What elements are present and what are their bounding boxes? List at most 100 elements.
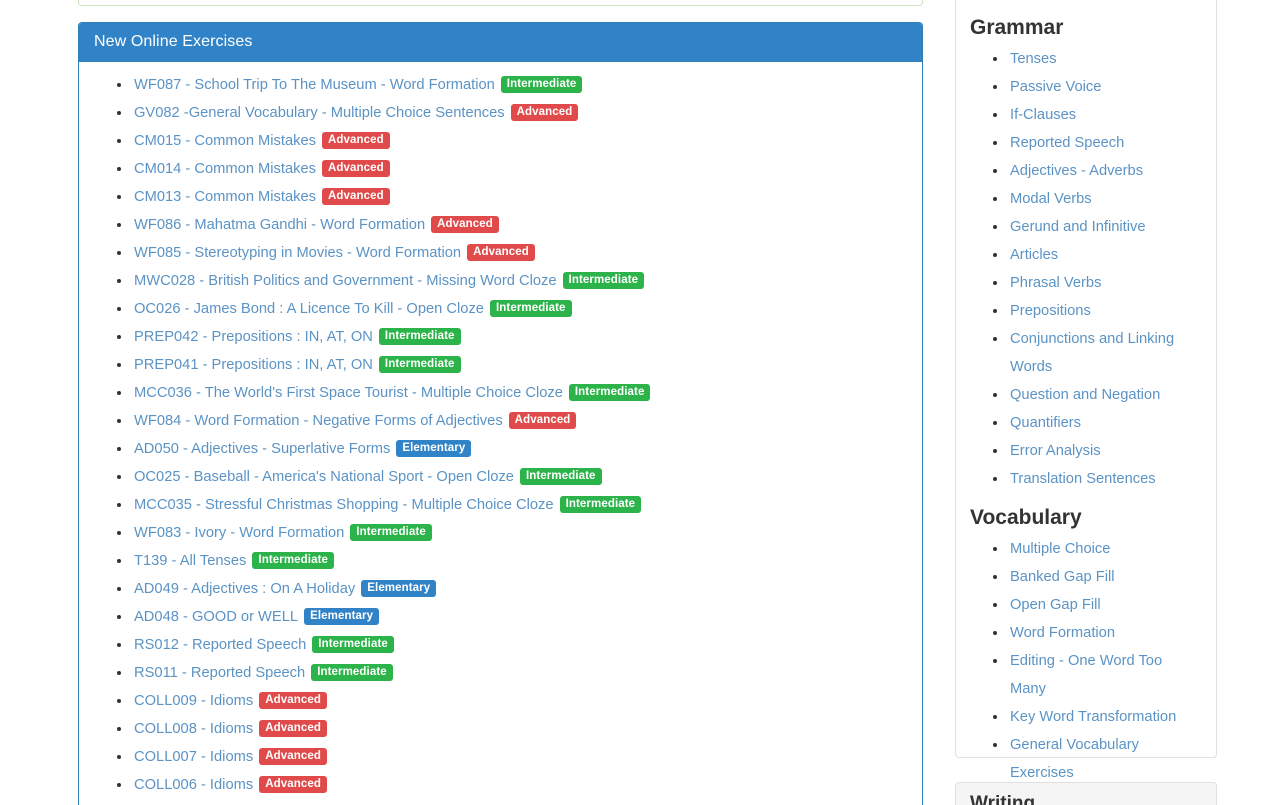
sidebar-item-passive-voice[interactable]: Passive Voice xyxy=(1010,79,1101,95)
list-item: COLL006 - Idioms Advanced xyxy=(134,771,907,799)
list-item: Multiple Choice xyxy=(1010,535,1202,563)
exercise-link[interactable]: WF085 - Stereotyping in Movies - Word Fo… xyxy=(134,245,461,261)
level-badge: Advanced xyxy=(259,692,327,709)
sidebar-item-reported-speech[interactable]: Reported Speech xyxy=(1010,135,1124,151)
list-item: Open Gap Fill xyxy=(1010,591,1202,619)
level-badge: Advanced xyxy=(259,776,327,793)
level-badge: Intermediate xyxy=(490,300,572,317)
sidebar-item-adjectives-adverbs[interactable]: Adjectives - Adverbs xyxy=(1010,163,1143,179)
list-item: Question and Negation xyxy=(1010,381,1202,409)
list-item: MWC028 - British Politics and Government… xyxy=(134,267,907,295)
sidebar-item-error-analysis[interactable]: Error Analysis xyxy=(1010,443,1101,459)
exercise-link[interactable]: OC025 - Baseball - America's National Sp… xyxy=(134,469,514,485)
list-item: Reported Speech xyxy=(1010,129,1202,157)
sidebar-item-if-clauses[interactable]: If-Clauses xyxy=(1010,107,1076,123)
list-item: If-Clauses xyxy=(1010,101,1202,129)
level-badge: Intermediate xyxy=(501,76,583,93)
exercise-link[interactable]: T139 - All Tenses xyxy=(134,553,246,569)
list-item: Word Formation xyxy=(1010,619,1202,647)
exercise-link[interactable]: WF086 - Mahatma Gandhi - Word Formation xyxy=(134,217,425,233)
list-item: PREP041 - Prepositions : IN, AT, ON Inter… xyxy=(134,351,907,379)
level-badge: Intermediate xyxy=(520,468,602,485)
list-item: WF087 - School Trip To The Museum - Word… xyxy=(134,71,907,99)
sidebar-item-editing-one-word-too-many[interactable]: Editing - One Word Too Many xyxy=(1010,653,1162,697)
list-item: COLL009 - Idioms Advanced xyxy=(134,687,907,715)
exercise-link[interactable]: COLL008 - Idioms xyxy=(134,721,253,737)
sidebar-item-prepositions[interactable]: Prepositions xyxy=(1010,303,1091,319)
sidebar-item-tenses[interactable]: Tenses xyxy=(1010,51,1057,67)
sidebar-item-word-formation[interactable]: Word Formation xyxy=(1010,625,1115,641)
level-badge: Advanced xyxy=(511,104,579,121)
level-badge: Intermediate xyxy=(252,552,334,569)
list-item: WF084 - Word Formation - Negative Forms … xyxy=(134,407,907,435)
sidebar-item-gerund-and-infinitive[interactable]: Gerund and Infinitive xyxy=(1010,219,1146,235)
list-item: Translation Sentences xyxy=(1010,465,1202,493)
list-item: CM015 - Common MistakesAdvanced xyxy=(134,127,907,155)
level-badge: Advanced xyxy=(259,720,327,737)
exercise-link[interactable]: COLL006 - Idioms xyxy=(134,777,253,793)
exercise-link[interactable]: MWC028 - British Politics and Government… xyxy=(134,273,557,289)
sidebar-item-open-gap-fill[interactable]: Open Gap Fill xyxy=(1010,597,1101,613)
exercise-link[interactable]: PREP042 - Prepositions : IN, AT, ON xyxy=(134,329,373,345)
list-item: AD049 - Adjectives : On A HolidayElement… xyxy=(134,575,907,603)
level-badge: Intermediate xyxy=(563,272,645,289)
list-item: WF083 - Ivory - Word FormationIntermedia… xyxy=(134,519,907,547)
exercise-link[interactable]: WF084 - Word Formation - Negative Forms … xyxy=(134,413,503,429)
sidebar-item-modal-verbs[interactable]: Modal Verbs xyxy=(1010,191,1092,207)
exercise-link[interactable]: MCC036 - The World's First Space Tourist… xyxy=(134,385,563,401)
exercise-link[interactable]: MCC035 - Stressful Christmas Shopping - … xyxy=(134,497,554,513)
list-item: Conjunctions and Linking Words xyxy=(1010,325,1202,381)
level-badge: Advanced xyxy=(509,412,577,429)
sidebar-item-quantifiers[interactable]: Quantifiers xyxy=(1010,415,1081,431)
exercise-link[interactable]: PREP041 - Prepositions : IN, AT, ON xyxy=(134,357,373,373)
list-item: General Vocabulary Exercises xyxy=(1010,731,1202,787)
card-body: WF087 - School Trip To The Museum - Word… xyxy=(79,62,922,805)
list-item: RS011 - Reported SpeechIntermediate xyxy=(134,659,907,687)
list-item: Tenses xyxy=(1010,45,1202,73)
exercise-link[interactable]: WF083 - Ivory - Word Formation xyxy=(134,525,344,541)
list-item: Passive Voice xyxy=(1010,73,1202,101)
exercise-link[interactable]: OC026 - James Bond : A Licence To Kill -… xyxy=(134,301,484,317)
sidebar-item-conjunctions-and-linking-words[interactable]: Conjunctions and Linking Words xyxy=(1010,331,1174,375)
topics-card: Grammar TensesPassive VoiceIf-ClausesRep… xyxy=(955,0,1217,758)
sidebar-item-banked-gap-fill[interactable]: Banked Gap Fill xyxy=(1010,569,1115,585)
exercise-link[interactable]: RS011 - Reported Speech xyxy=(134,665,305,681)
exercise-list: WF087 - School Trip To The Museum - Word… xyxy=(94,71,907,799)
list-item: RS012 - Reported Speech Intermediate xyxy=(134,631,907,659)
card-header: New Online Exercises xyxy=(79,23,922,62)
list-item: Phrasal Verbs xyxy=(1010,269,1202,297)
exercise-link[interactable]: GV082 -General Vocabulary - Multiple Cho… xyxy=(134,105,505,121)
list-item: Editing - One Word Too Many xyxy=(1010,647,1202,703)
exercise-link[interactable]: CM015 - Common Mistakes xyxy=(134,133,316,149)
sidebar-item-multiple-choice[interactable]: Multiple Choice xyxy=(1010,541,1110,557)
writing-heading: Writing xyxy=(970,793,1035,805)
level-badge: Intermediate xyxy=(569,384,651,401)
exercise-link[interactable]: AD050 - Adjectives - Superlative Forms xyxy=(134,441,390,457)
list-item: MCC036 - The World's First Space Tourist… xyxy=(134,379,907,407)
sidebar-item-phrasal-verbs[interactable]: Phrasal Verbs xyxy=(1010,275,1101,291)
sidebar-item-question-and-negation[interactable]: Question and Negation xyxy=(1010,387,1160,403)
list-item: CM013 - Common MistakesAdvanced xyxy=(134,183,907,211)
list-item: Prepositions xyxy=(1010,297,1202,325)
list-item: GV082 -General Vocabulary - Multiple Cho… xyxy=(134,99,907,127)
level-badge: Intermediate xyxy=(312,636,394,653)
level-badge: Advanced xyxy=(467,244,535,261)
level-badge: Advanced xyxy=(259,748,327,765)
exercise-link[interactable]: COLL009 - Idioms xyxy=(134,693,253,709)
sidebar-item-articles[interactable]: Articles xyxy=(1010,247,1058,263)
page-root: New Online Exercises WF087 - School Trip… xyxy=(0,0,1268,805)
sidebar-item-translation-sentences[interactable]: Translation Sentences xyxy=(1010,471,1156,487)
list-item: WF086 - Mahatma Gandhi - Word FormationA… xyxy=(134,211,907,239)
level-badge: Intermediate xyxy=(379,356,461,373)
exercise-link[interactable]: RS012 - Reported Speech xyxy=(134,637,306,653)
exercise-link[interactable]: WF087 - School Trip To The Museum - Word… xyxy=(134,77,495,93)
exercise-link[interactable]: AD048 - GOOD or WELL xyxy=(134,609,298,625)
exercise-link[interactable]: AD049 - Adjectives : On A Holiday xyxy=(134,581,355,597)
exercise-link[interactable]: CM014 - Common Mistakes xyxy=(134,161,316,177)
exercise-link[interactable]: COLL007 - Idioms xyxy=(134,749,253,765)
sidebar-item-key-word-transformation[interactable]: Key Word Transformation xyxy=(1010,709,1176,725)
sidebar-item-general-vocabulary-exercises[interactable]: General Vocabulary Exercises xyxy=(1010,737,1139,781)
list-item: COLL008 - Idioms Advanced xyxy=(134,715,907,743)
list-item: Modal Verbs xyxy=(1010,185,1202,213)
exercise-link[interactable]: CM013 - Common Mistakes xyxy=(134,189,316,205)
